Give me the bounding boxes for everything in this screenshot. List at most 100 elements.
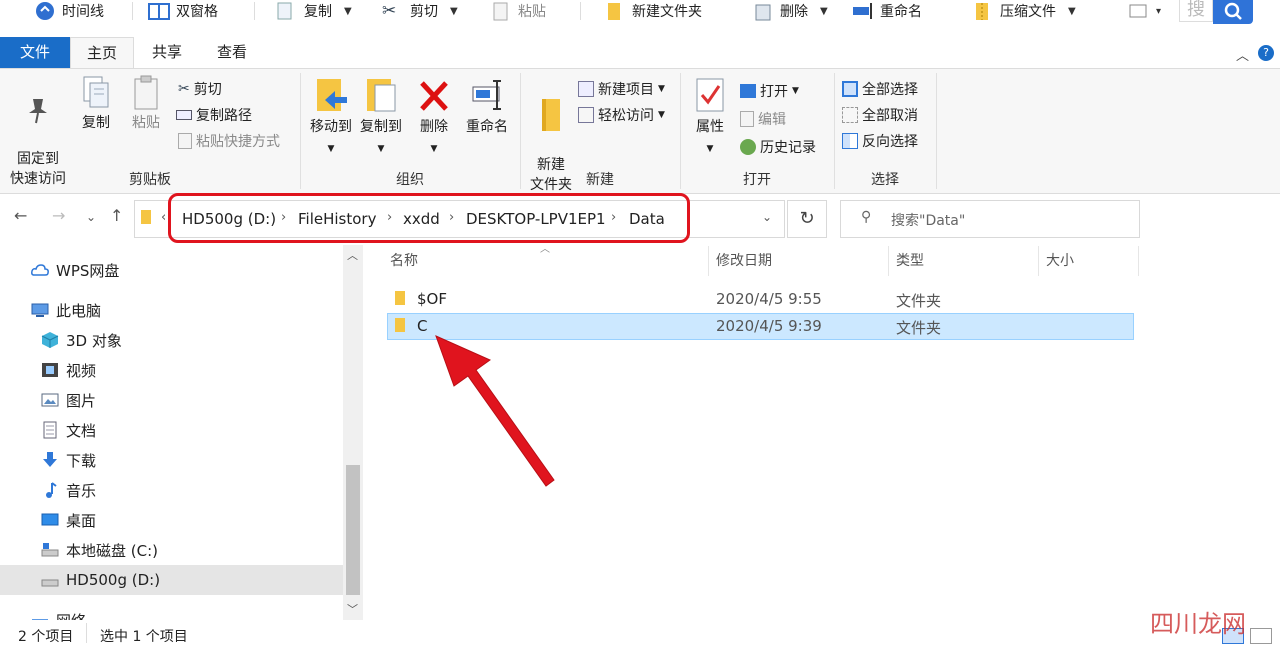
address-highlight-annotation [168,193,690,243]
chevron-down-icon[interactable]: ▼ [820,6,828,17]
nav-item-drive-c[interactable]: 本地磁盘 (C:) [0,535,343,565]
tiles-view-icon[interactable] [1250,628,1272,644]
open-button[interactable]: 打开 ▼ [740,79,799,103]
copy-to-button[interactable]: 复制到 ▼ [356,75,406,159]
folder-icon [604,1,626,21]
history-icon [740,139,756,155]
dual-pane-button[interactable]: 双窗格 [148,0,218,22]
folder-icon [395,291,405,309]
column-header-modified[interactable]: 修改日期 [716,250,772,270]
quick-access-toolbar: 时间线 双窗格 复制 ▼ ✂ 剪切 ▼ 粘贴 新建文件夹 删除 ▼ 重命名 压缩文件 ▼… [0,0,1280,24]
properties-button[interactable]: 属性 ▼ [688,75,732,159]
nav-item-videos[interactable]: 视频 [0,355,343,385]
delete-quick-button[interactable]: 删除 ▼ [752,0,828,22]
cut-button[interactable]: ✂ 剪切 [178,77,222,101]
rename-button[interactable]: 重命名 [462,75,512,137]
column-header-type[interactable]: 类型 [896,250,924,270]
annotation-arrow [435,335,555,487]
tab-home[interactable]: 主页 [70,37,134,68]
easy-access-button[interactable]: 轻松访问 ▼ [578,103,665,127]
copy-button[interactable]: 复制 [76,75,116,133]
computer-icon [31,303,49,317]
paste-shortcut-button[interactable]: 粘贴快捷方式 [178,129,280,153]
nav-item-drive-d[interactable]: HD500g (D:) [0,565,343,595]
new-item-icon [578,81,594,97]
scroll-down-icon[interactable]: ﹀ [347,601,358,617]
nav-item-this-pc[interactable]: 此电脑 [0,295,343,325]
forward-arrow-icon[interactable]: → [52,206,65,225]
new-folder-quick-button[interactable]: 新建文件夹 [604,0,702,22]
collapse-ribbon-icon[interactable]: ︿ [1236,45,1249,64]
chevron-down-icon: ▾ [1156,5,1162,17]
zip-icon [972,1,994,21]
scissors-icon: ✂ [382,1,397,21]
file-row[interactable]: $OF 2020/4/5 9:55 文件夹 [387,286,1134,313]
nav-item-downloads[interactable]: 下载 [0,445,343,475]
tab-view[interactable]: 查看 [204,37,260,68]
edit-button[interactable]: 编辑 [740,107,786,131]
navigation-pane: WPS网盘 此电脑 3D 对象 视频 图片 文档 下载 音乐 桌面 本地磁盘 (… [0,245,343,620]
clipboard-icon [134,75,158,110]
chevron-left-icon[interactable]: ‹ [161,210,166,225]
search-input[interactable]: ⚲ 搜索"Data" [840,200,1140,238]
up-arrow-icon[interactable]: ↑ [110,206,123,225]
move-to-button[interactable]: 移动到 ▼ [306,75,356,159]
new-group: 新建 文件夹 新建项目 ▼ 轻松访问 ▼ 新建 [520,69,680,193]
pictures-icon [41,393,59,407]
select-none-button[interactable]: 全部取消 [842,103,918,127]
organize-group: 移动到 ▼ 复制到 ▼ 删除 ▼ 重命名 组织 [300,69,520,193]
nav-item-pictures[interactable]: 图片 [0,385,343,415]
desktop-icon [41,513,59,526]
copy-to-icon [367,79,396,112]
chevron-down-icon[interactable]: ▼ [1068,6,1076,17]
recent-locations-chevron-icon[interactable]: ⌄ [86,210,96,224]
chevron-down-icon[interactable]: ▼ [344,6,352,17]
scroll-up-icon[interactable]: ︿ [347,247,358,263]
invert-selection-icon [842,133,858,149]
nav-item-documents[interactable]: 文档 [0,415,343,445]
nav-item-3d-objects[interactable]: 3D 对象 [0,325,343,355]
back-arrow-icon[interactable]: ← [14,206,27,225]
search-field-top[interactable]: 搜 [1179,0,1213,22]
clipboard-group: 固定到 快速访问 复制 粘贴 ✂ 剪切 复制路径 粘贴快捷方式 剪贴板 [0,69,300,193]
refresh-button[interactable]: ↻ [787,200,827,238]
select-none-icon [842,107,858,123]
download-icon [43,452,57,467]
copy-quick-button[interactable]: 复制 ▼ [276,0,352,22]
compress-quick-button[interactable]: 压缩文件 ▼ [972,0,1076,22]
new-item-button[interactable]: 新建项目 ▼ [578,77,665,101]
history-button[interactable]: 历史记录 [740,135,816,159]
window-icon [1128,1,1150,21]
layout-dropdown[interactable]: ▾ [1128,0,1161,22]
drive-icon [41,579,59,587]
chevron-down-icon: ▼ [430,144,438,154]
drive-icon [41,543,59,557]
help-icon[interactable]: ? [1258,45,1274,61]
tab-share[interactable]: 共享 [140,37,194,68]
timeline-button[interactable]: 时间线 [34,0,104,22]
nav-item-desktop[interactable]: 桌面 [0,505,343,535]
scrollbar-thumb[interactable] [346,465,360,595]
nav-scrollbar[interactable]: ︿ ﹀ [343,245,363,620]
column-header-size[interactable]: 大小 [1046,250,1074,270]
delete-button[interactable]: 删除 ▼ [414,75,454,159]
file-type: 文件夹 [896,292,942,310]
paste-button[interactable]: 粘贴 [124,75,168,133]
chevron-down-icon: ▼ [706,144,714,154]
paste-quick-button[interactable]: 粘贴 [490,0,546,22]
select-all-button[interactable]: 全部选择 [842,77,918,101]
chevron-down-icon[interactable]: ▼ [450,6,458,17]
column-header-name[interactable]: 名称 [390,250,418,270]
search-button[interactable] [1213,0,1253,24]
copy-path-button[interactable]: 复制路径 [176,103,252,127]
nav-item-music[interactable]: 音乐 [0,475,343,505]
rename-quick-button[interactable]: 重命名 [852,0,922,22]
address-dropdown-icon[interactable]: ⌄ [762,210,772,224]
invert-selection-button[interactable]: 反向选择 [842,129,918,153]
nav-item-network[interactable]: 网络 [0,605,343,620]
edit-icon [740,111,754,127]
3d-objects-icon [41,332,59,348]
tab-file[interactable]: 文件 [0,37,70,68]
nav-item-wps[interactable]: WPS网盘 [0,255,343,285]
cut-quick-button[interactable]: ✂ 剪切 ▼ [382,0,458,22]
